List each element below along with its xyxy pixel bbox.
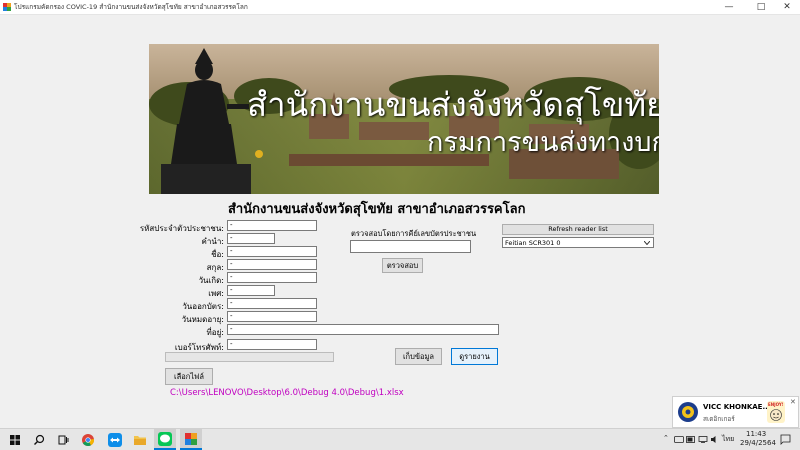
header-banner: สำนักงานขนส่งจังหวัดสุโขทัย กรมการขนส่งท… <box>149 44 659 194</box>
choose-file-button[interactable]: เลือกไฟล์ <box>165 368 213 385</box>
close-button[interactable]: ✕ <box>774 0 800 14</box>
expire-date-label: วันหมดอายุ: <box>181 315 224 324</box>
line-app-icon <box>158 432 172 446</box>
teamviewer-icon[interactable] <box>107 432 123 448</box>
taskbar-line-active[interactable] <box>154 429 176 450</box>
notification-logo-icon <box>678 402 698 422</box>
covid-app-icon <box>185 433 197 445</box>
clock-time[interactable]: 11:43 <box>746 430 766 438</box>
reader-select-value: Feitian SCR301 0 <box>505 239 561 247</box>
progress-bar <box>165 352 334 362</box>
refresh-reader-button[interactable]: Refresh reader list <box>502 224 654 235</box>
notification-center-icon[interactable] <box>780 434 791 445</box>
chrome-icon[interactable] <box>80 432 96 448</box>
reader-select[interactable]: Feitian SCR301 0 <box>502 237 654 248</box>
volume-icon[interactable] <box>710 435 719 444</box>
last-name-field[interactable]: - <box>227 259 317 270</box>
citizen-id-label: รหัสประจำตัวประชาชน: <box>139 224 224 233</box>
notification-close-button[interactable]: ✕ <box>790 398 796 406</box>
birth-date-field[interactable]: - <box>227 272 317 283</box>
search-icon[interactable] <box>31 432 47 448</box>
verify-label: ตรวจสอบโดยการคีย์เลขบัตรประชาชน <box>351 229 477 238</box>
gender-field[interactable]: - <box>227 285 275 296</box>
file-explorer-icon[interactable] <box>132 432 148 448</box>
first-name-label: ชื่อ: <box>211 250 224 259</box>
file-path-label: C:\Users\LENOVO\Desktop\6.0\Debug 4.0\De… <box>170 388 404 398</box>
taskbar: ⌃ ไทย 11:43 29/4/2564 <box>0 428 800 450</box>
save-data-button[interactable]: เก็บข้อมูล <box>395 348 442 365</box>
sticker-face-icon <box>770 409 782 421</box>
tray-app-icon[interactable] <box>674 436 684 443</box>
issue-date-field[interactable]: - <box>227 298 317 309</box>
verify-id-input[interactable] <box>350 240 471 253</box>
task-view-icon[interactable] <box>55 432 71 448</box>
notification-subtitle: สเตอิกเกอร์ <box>703 415 735 423</box>
notification-title: VICC KHONKAE... <box>703 403 771 411</box>
view-report-button[interactable]: ดูรายงาน <box>451 348 498 365</box>
minimize-button[interactable]: — <box>716 0 742 14</box>
gender-label: เพศ: <box>208 289 224 298</box>
prefix-label: คำนำ: <box>201 237 225 246</box>
notification-toast[interactable]: VICC KHONKAE... สเตอิกเกอร์ ENJOY! ✕ <box>672 396 799 428</box>
app-icon <box>3 3 11 11</box>
language-indicator[interactable]: ไทย <box>722 434 734 445</box>
sticker-badge: ENJOY! <box>768 402 784 407</box>
issue-date-label: วันออกบัตร: <box>182 302 224 311</box>
expire-date-field[interactable]: - <box>227 311 317 322</box>
birth-date-label: วันเกิด: <box>198 276 224 285</box>
chevron-down-icon <box>644 241 650 245</box>
taskbar-app-active[interactable] <box>180 429 202 450</box>
address-field[interactable]: - <box>227 324 499 335</box>
first-name-field[interactable]: - <box>227 246 317 257</box>
clock-date[interactable]: 29/4/2564 <box>740 439 776 447</box>
prefix-field[interactable]: - <box>227 233 275 244</box>
last-name-label: สกุล: <box>206 263 224 272</box>
sticker-image: ENJOY! <box>767 401 785 423</box>
windows-start-icon[interactable] <box>7 432 23 448</box>
battery-icon[interactable] <box>686 436 696 443</box>
citizen-id-field[interactable]: - <box>227 220 317 231</box>
phone-field[interactable]: - <box>227 339 317 350</box>
address-label: ที่อยู่: <box>206 328 224 337</box>
office-title: สำนักงานขนส่งจังหวัดสุโขทัย สาขาอำเภอสวร… <box>228 202 526 217</box>
tray-chevron-icon[interactable]: ⌃ <box>663 434 669 442</box>
window-title: โปรแกรมคัดกรอง COVIC-19 สำนักงานขนส่งจัง… <box>14 3 248 11</box>
verify-button[interactable]: ตรวจสอบ <box>382 258 423 273</box>
maximize-button[interactable]: □ <box>748 0 774 14</box>
window-title-bar: โปรแกรมคัดกรอง COVIC-19 สำนักงานขนส่งจัง… <box>0 0 800 15</box>
banner-subtitle: กรมการขนส่งทางบก <box>427 127 659 158</box>
network-icon[interactable] <box>698 436 708 443</box>
